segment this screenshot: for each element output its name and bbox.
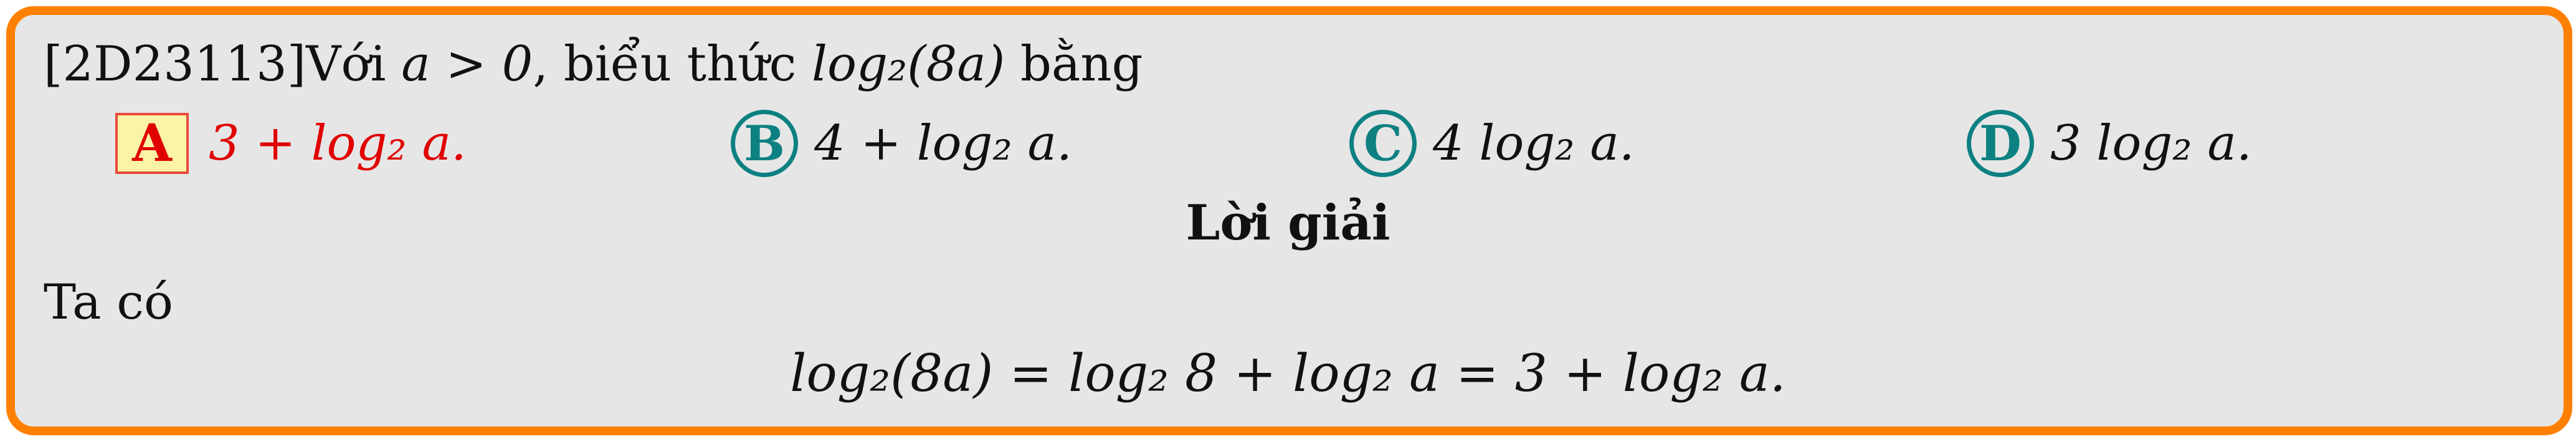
option-d-text: 3 log₂ a. [2050,115,2252,171]
option-d[interactable]: D 3 log₂ a. [1967,106,2252,181]
option-a-letter: A [115,113,189,174]
solution-intro: Ta có [44,274,173,330]
solution-equation: log₂(8a) = log₂ 8 + log₂ a = 3 + log₂ a. [790,344,1786,403]
option-a[interactable]: A 3 + log₂ a. [115,106,467,181]
option-d-letter: D [1967,110,2034,177]
question-condition: a > 0 [401,36,533,92]
option-a-text: 3 + log₂ a. [209,115,467,171]
option-b[interactable]: B 4 + log₂ a. [731,106,1072,181]
question-expression: log₂(8a) [812,36,1005,92]
question-code: [2D23113] [44,36,307,92]
option-b-text: 4 + log₂ a. [814,115,1072,171]
question-suffix: bằng [1005,36,1143,92]
option-c[interactable]: C 4 log₂ a. [1349,106,1635,181]
question-prefix: Với [306,36,402,92]
option-c-text: 4 log₂ a. [1433,115,1635,171]
question-middle: , biểu thức [533,36,812,92]
option-c-letter: C [1349,110,1417,177]
question-stem: [2D23113]Với a > 0, biểu thức log₂(8a) b… [44,36,1143,92]
solution-heading: Lời giải [1186,195,1390,251]
option-b-letter: B [731,110,798,177]
